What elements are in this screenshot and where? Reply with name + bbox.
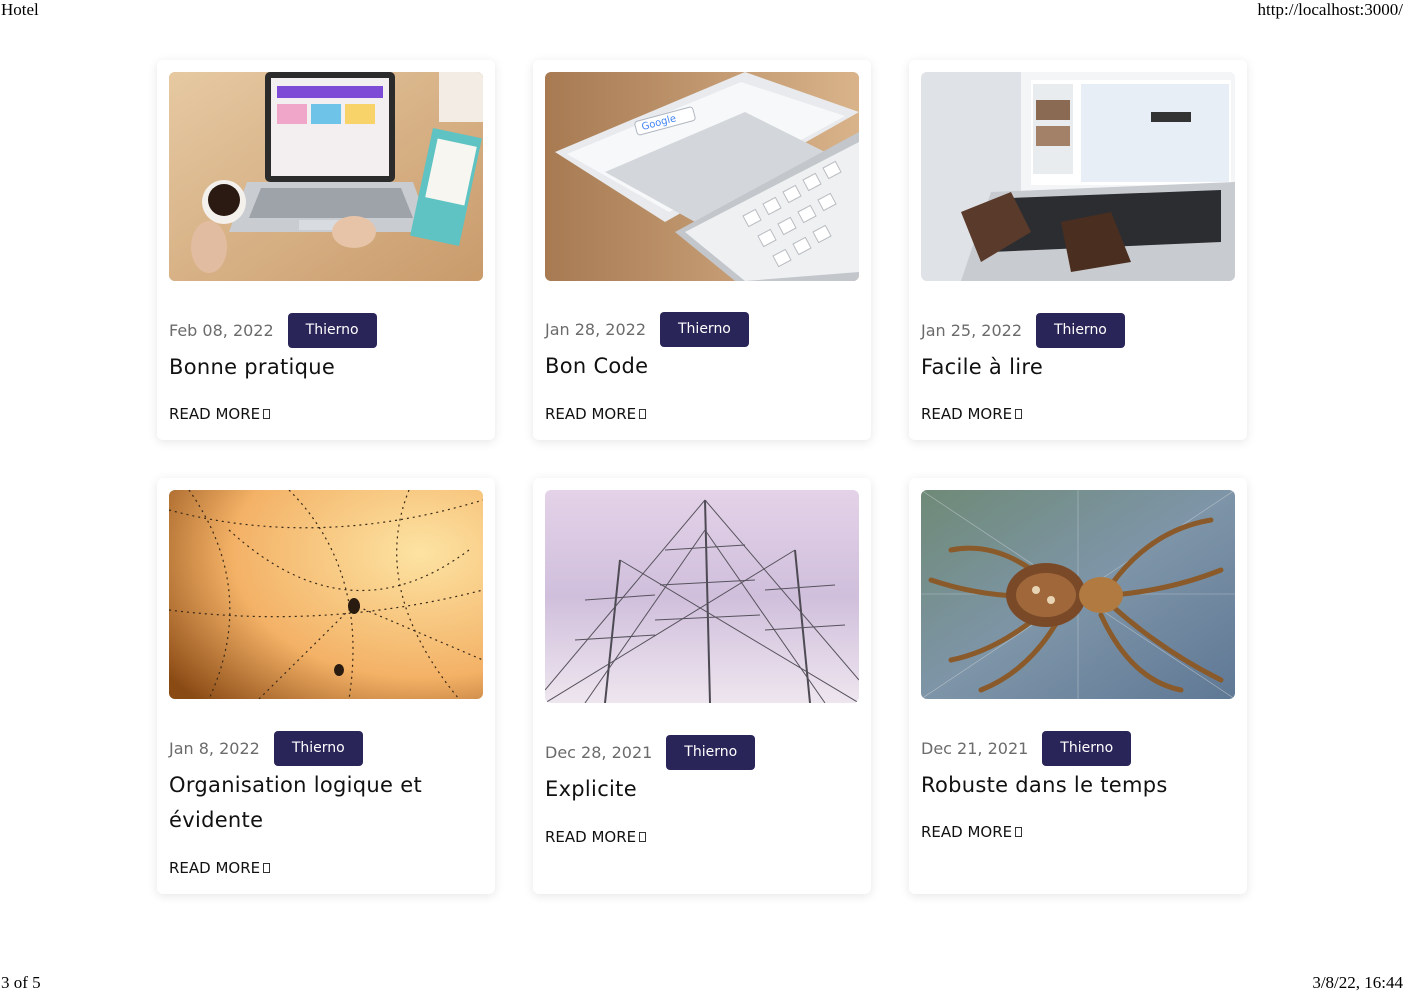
post-image[interactable] <box>545 490 859 703</box>
print-page-url: http://localhost:3000/ <box>1257 0 1403 19</box>
post-date: Dec 21, 2021 <box>921 739 1029 758</box>
spider-photo <box>921 490 1235 699</box>
author-badge[interactable]: Thierno <box>273 731 363 766</box>
post-image[interactable] <box>921 72 1235 281</box>
blog-card: Feb 08, 2022 Thierno Bonne pratique READ… <box>157 60 495 440</box>
author-badge[interactable]: Thierno <box>660 312 749 347</box>
post-title[interactable]: Organisation logique et évidente <box>169 768 479 838</box>
read-more-label: READ MORE <box>545 828 637 846</box>
laptop-coffee-photo <box>169 72 483 281</box>
post-title[interactable]: Facile à lire <box>921 350 1231 385</box>
post-meta: Jan 28, 2022 Thierno <box>545 312 749 347</box>
post-image[interactable] <box>169 490 483 699</box>
post-date: Jan 8, 2022 <box>169 739 260 758</box>
author-badge[interactable]: Thierno <box>1042 731 1132 766</box>
arrow-icon <box>263 409 271 419</box>
post-title[interactable]: Bon Code <box>545 349 855 384</box>
read-more-link[interactable]: READ MORE <box>921 405 1023 423</box>
post-image[interactable] <box>169 72 483 281</box>
read-more-label: READ MORE <box>169 859 261 877</box>
post-meta: Jan 25, 2022 Thierno <box>921 313 1125 348</box>
read-more-link[interactable]: READ MORE <box>545 828 647 846</box>
blog-card: Jan 25, 2022 Thierno Facile à lire READ … <box>909 60 1247 440</box>
blog-card: Jan 8, 2022 Thierno Organisation logique… <box>157 478 495 894</box>
author-badge[interactable]: Thierno <box>666 735 756 770</box>
print-page-number: 3 of 5 <box>1 973 41 992</box>
laptop-typing-photo <box>921 72 1235 281</box>
arrow-icon <box>1015 827 1023 837</box>
arrow-icon <box>263 863 271 873</box>
arrow-icon <box>639 832 647 842</box>
post-date: Jan 25, 2022 <box>921 321 1022 340</box>
read-more-label: READ MORE <box>169 405 261 423</box>
post-meta: Jan 8, 2022 Thierno <box>169 731 363 766</box>
post-title[interactable]: Robuste dans le temps <box>921 768 1231 803</box>
read-more-label: READ MORE <box>921 405 1013 423</box>
ship-masts-photo <box>545 490 859 703</box>
post-title[interactable]: Bonne pratique <box>169 350 479 385</box>
blog-card: Google Jan 28, 2022 Thierno Bon Code REA… <box>533 60 871 440</box>
read-more-link[interactable]: READ MORE <box>921 823 1023 841</box>
blog-card: Dec 28, 2021 Thierno Explicite READ MORE <box>533 478 871 894</box>
author-badge[interactable]: Thierno <box>287 313 377 348</box>
print-datetime: 3/8/22, 16:44 <box>1312 973 1403 992</box>
read-more-link[interactable]: READ MORE <box>545 405 647 423</box>
arrow-icon <box>639 409 647 419</box>
arrow-icon <box>1015 409 1023 419</box>
post-date: Feb 08, 2022 <box>169 321 274 340</box>
post-meta: Dec 28, 2021 Thierno <box>545 735 756 770</box>
spiderweb-dew-photo <box>169 490 483 699</box>
tablet-keyboard-photo: Google <box>545 72 859 281</box>
author-badge[interactable]: Thierno <box>1036 313 1125 348</box>
print-page-title: Hotel <box>1 0 39 19</box>
post-image[interactable]: Google <box>545 72 859 281</box>
post-meta: Feb 08, 2022 Thierno <box>169 313 377 348</box>
post-date: Dec 28, 2021 <box>545 743 653 762</box>
post-date: Jan 28, 2022 <box>545 320 646 339</box>
blog-card: Dec 21, 2021 Thierno Robuste dans le tem… <box>909 478 1247 894</box>
post-title[interactable]: Explicite <box>545 772 855 807</box>
read-more-label: READ MORE <box>921 823 1013 841</box>
post-image[interactable] <box>921 490 1235 699</box>
read-more-link[interactable]: READ MORE <box>169 859 271 877</box>
post-meta: Dec 21, 2021 Thierno <box>921 731 1132 766</box>
read-more-label: READ MORE <box>545 405 637 423</box>
read-more-link[interactable]: READ MORE <box>169 405 271 423</box>
